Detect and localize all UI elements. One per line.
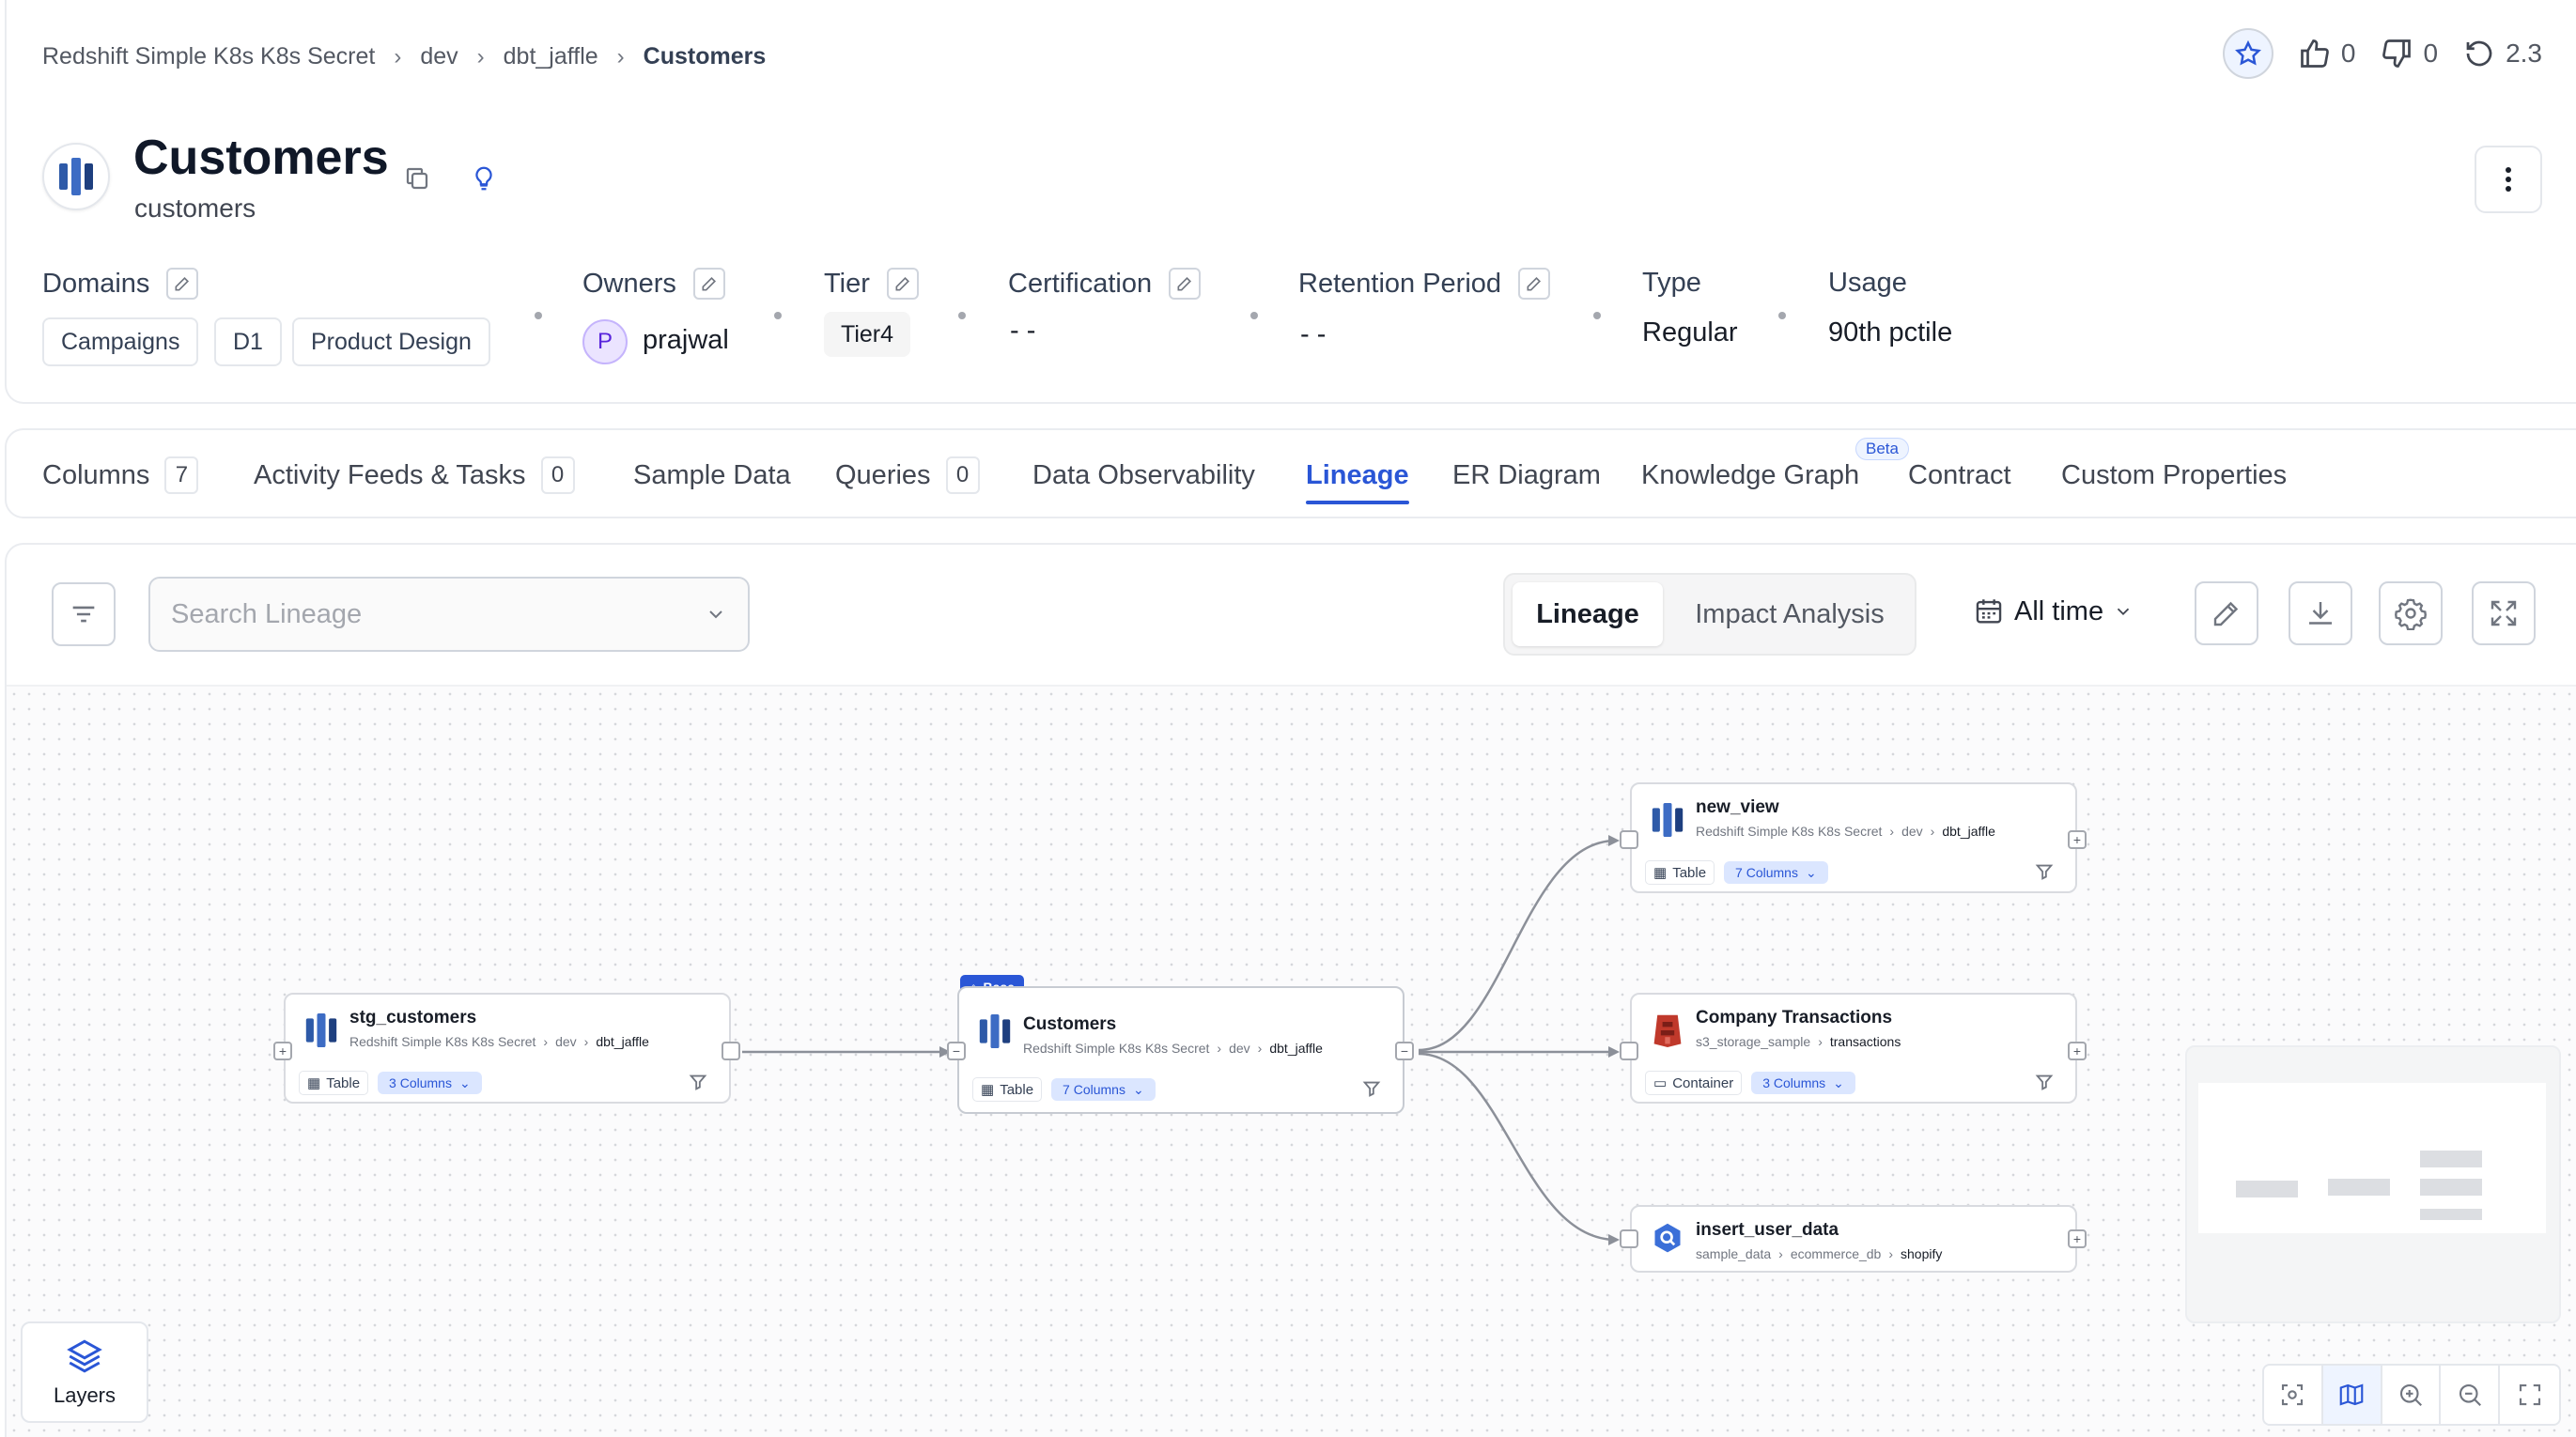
node-type-badge: ▦ Table bbox=[299, 1071, 369, 1095]
filter-icon[interactable] bbox=[2034, 861, 2055, 882]
expand-downstream-handle[interactable]: + bbox=[2068, 1229, 2087, 1248]
node-name: new_view bbox=[1696, 797, 1779, 817]
node-path: s3_storage_sample › transactions bbox=[1696, 1034, 1901, 1049]
fit-view-button[interactable] bbox=[2264, 1366, 2323, 1424]
node-input-handle[interactable] bbox=[1620, 1229, 1638, 1248]
columns-dropdown[interactable]: 3 Columns ⌄ bbox=[1751, 1072, 1855, 1094]
chevron-right-icon: › bbox=[1778, 1246, 1783, 1261]
minimap-node bbox=[2420, 1151, 2482, 1167]
node-type-badge: ▭ Container bbox=[1645, 1071, 1743, 1095]
filter-icon[interactable] bbox=[688, 1072, 708, 1092]
lineage-node-stg-customers[interactable]: stg_customers Redshift Simple K8s K8s Se… bbox=[284, 993, 731, 1104]
chevron-right-icon: › bbox=[583, 1034, 589, 1049]
node-input-handle[interactable] bbox=[1620, 1042, 1638, 1060]
columns-dropdown[interactable]: 7 Columns ⌄ bbox=[1051, 1078, 1156, 1101]
redshift-icon bbox=[979, 1014, 1011, 1048]
expand-upstream-handle[interactable]: + bbox=[273, 1042, 292, 1060]
layers-icon bbox=[67, 1339, 102, 1373]
node-path: Redshift Simple K8s K8s Secret › dev › dbt… bbox=[1696, 824, 1995, 839]
layers-label: Layers bbox=[53, 1383, 116, 1407]
layers-button[interactable]: Layers bbox=[21, 1321, 148, 1423]
query-icon bbox=[1654, 1223, 1681, 1253]
minimap-node bbox=[2420, 1209, 2482, 1220]
node-input-handle[interactable] bbox=[1620, 830, 1638, 849]
node-path: Redshift Simple K8s K8s Secret › dev › dbt… bbox=[349, 1034, 649, 1049]
edge-customers-to-insert-user-data bbox=[1418, 1052, 1617, 1242]
filter-icon[interactable] bbox=[1361, 1078, 1382, 1099]
table-icon: ▦ bbox=[307, 1075, 321, 1091]
node-name: stg_customers bbox=[349, 1008, 477, 1028]
minimap-node bbox=[2420, 1179, 2482, 1196]
collapse-downstream-handle[interactable]: − bbox=[1395, 1042, 1414, 1060]
chevron-right-icon: › bbox=[1888, 1246, 1894, 1261]
chevron-right-icon: › bbox=[543, 1034, 549, 1049]
redshift-icon bbox=[305, 1013, 337, 1047]
chevron-down-icon: ⌄ bbox=[1805, 864, 1817, 880]
node-type-badge: ▦ Table bbox=[972, 1077, 1043, 1102]
chevron-down-icon: ⌄ bbox=[1132, 1081, 1144, 1097]
minimap-node bbox=[2328, 1179, 2390, 1196]
redshift-icon bbox=[1652, 803, 1684, 837]
node-name: insert_user_data bbox=[1696, 1220, 1839, 1240]
chevron-right-icon: › bbox=[1889, 824, 1895, 839]
minimap-viewport bbox=[2198, 1083, 2546, 1233]
collapse-upstream-handle[interactable]: − bbox=[947, 1042, 966, 1060]
minimap[interactable] bbox=[2185, 1045, 2561, 1323]
filter-icon[interactable] bbox=[2034, 1072, 2055, 1092]
fullscreen-canvas-button[interactable] bbox=[2500, 1366, 2559, 1424]
zoom-out-icon bbox=[2459, 1383, 2481, 1407]
container-icon: ▭ bbox=[1653, 1075, 1668, 1091]
lineage-node-company-transactions[interactable]: Company Transactions s3_storage_sample › … bbox=[1630, 993, 2077, 1104]
lineage-node-new-view[interactable]: new_view Redshift Simple K8s K8s Secret ›… bbox=[1630, 782, 2077, 893]
expand-icon bbox=[2519, 1383, 2540, 1406]
chevron-down-icon: ⌄ bbox=[458, 1074, 471, 1090]
expand-downstream-handle[interactable]: + bbox=[2068, 830, 2087, 849]
s3-icon bbox=[1653, 1014, 1682, 1047]
zoom-in-icon bbox=[2399, 1383, 2422, 1407]
node-path: sample_data › ecommerce_db › shopify bbox=[1696, 1246, 1943, 1261]
node-type-badge: ▦ Table bbox=[1645, 860, 1715, 885]
chevron-right-icon: › bbox=[1217, 1041, 1222, 1056]
chevron-right-icon: › bbox=[1818, 1034, 1823, 1049]
table-icon: ▦ bbox=[981, 1082, 995, 1098]
expand-downstream-handle[interactable]: + bbox=[2068, 1042, 2087, 1060]
chevron-right-icon: › bbox=[1257, 1041, 1263, 1056]
zoom-out-button[interactable] bbox=[2441, 1366, 2501, 1424]
table-icon: ▦ bbox=[1653, 865, 1668, 881]
node-name: Customers bbox=[1023, 1014, 1117, 1034]
lineage-node-customers[interactable]: Customers Redshift Simple K8s K8s Secret… bbox=[957, 986, 1404, 1114]
columns-dropdown[interactable]: 7 Columns ⌄ bbox=[1724, 861, 1828, 884]
toggle-minimap-button[interactable] bbox=[2322, 1366, 2382, 1424]
edge-customers-to-new-view bbox=[1418, 839, 1617, 1052]
map-icon bbox=[2339, 1383, 2364, 1406]
canvas-controls bbox=[2262, 1364, 2561, 1426]
chevron-right-icon: › bbox=[1930, 824, 1935, 839]
chevron-down-icon: ⌄ bbox=[1833, 1074, 1844, 1090]
focus-icon bbox=[2282, 1383, 2304, 1406]
columns-dropdown[interactable]: 3 Columns ⌄ bbox=[378, 1072, 482, 1094]
node-output-handle[interactable] bbox=[722, 1042, 740, 1060]
zoom-in-button[interactable] bbox=[2382, 1366, 2442, 1424]
node-name: Company Transactions bbox=[1696, 1008, 1893, 1028]
lineage-node-insert-user-data[interactable]: insert_user_data sample_data › ecommerce_… bbox=[1630, 1205, 2077, 1273]
node-path: Redshift Simple K8s K8s Secret › dev › dbt… bbox=[1023, 1041, 1323, 1056]
minimap-node bbox=[2236, 1181, 2298, 1198]
